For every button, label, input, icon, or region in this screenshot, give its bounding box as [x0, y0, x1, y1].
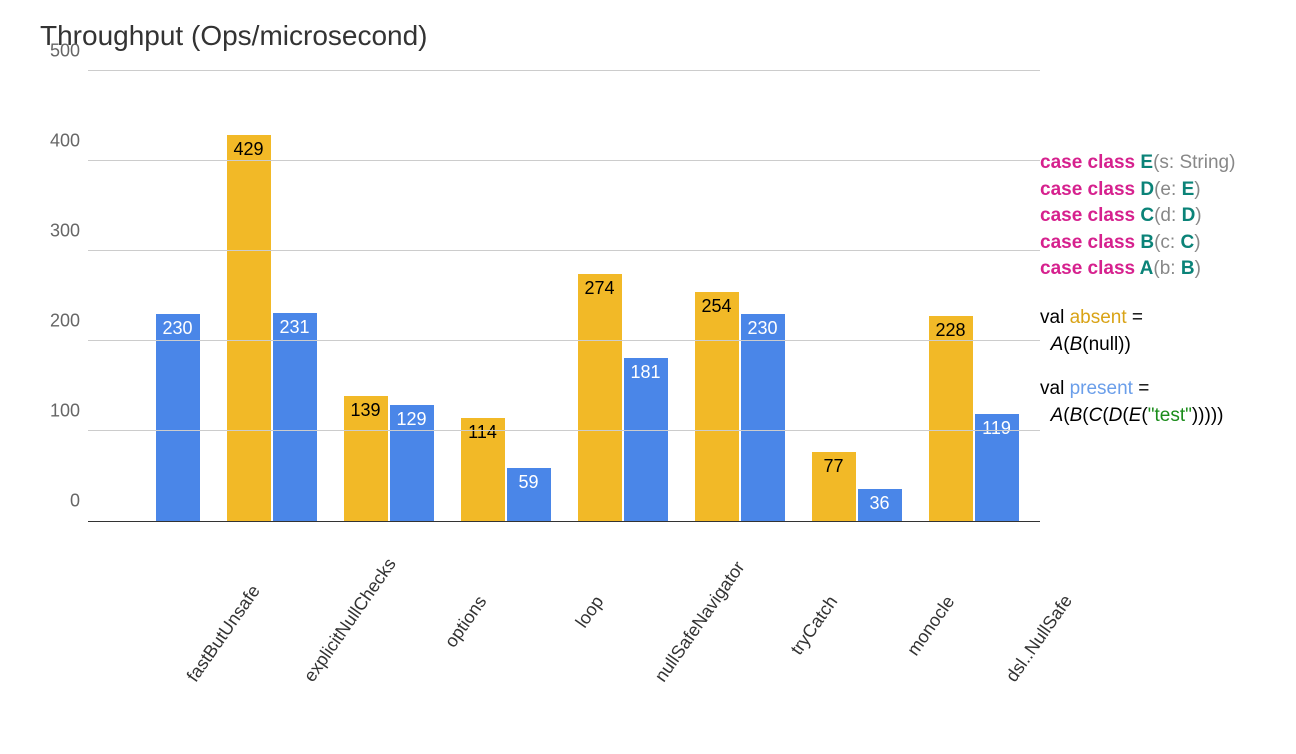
bar-value: 114	[468, 422, 497, 443]
bar-value: 59	[518, 472, 538, 493]
chart-title: Throughput (Ops/microsecond)	[40, 20, 1040, 52]
y-axis: 0100200300400500	[40, 72, 88, 522]
class-def-line: case class C(d: D)	[1040, 203, 1276, 230]
bar-present: 59	[507, 468, 551, 521]
bar-value: 77	[823, 456, 843, 477]
present-definition: val present = A(B(C(D(E("test")))))	[1040, 376, 1276, 429]
bar-absent: 228	[929, 316, 973, 521]
bars-row: 230 429 231 139 129 114 59 274 181 254 230 77 36 228 1…	[88, 72, 1040, 521]
bar-present: 181	[624, 358, 668, 521]
bar-present: 231	[273, 313, 317, 521]
bar-value: 429	[233, 139, 263, 160]
present-decl-line: val present =	[1040, 376, 1276, 403]
grid-line	[88, 250, 1040, 251]
bar-value: 119	[982, 418, 1011, 439]
expr-C: C	[1089, 405, 1103, 426]
bar-absent: 139	[344, 396, 388, 521]
absent-expr-line: A(B(null))	[1040, 332, 1276, 359]
chart-container: Throughput (Ops/microsecond) 0 100 200 300 4…	[0, 0, 1296, 742]
bar-present: 129	[390, 405, 434, 521]
expr-B: B	[1070, 405, 1083, 426]
val-kw: val	[1040, 378, 1070, 399]
expr-B: B	[1070, 334, 1083, 355]
absent-name: absent	[1070, 307, 1127, 328]
class-def-line: case class E(s: String)	[1040, 150, 1276, 177]
bar-value: 36	[869, 493, 889, 514]
class-definitions: case class E(s: String)case class D(e: E…	[1040, 150, 1276, 283]
grid-line	[88, 340, 1040, 341]
rest: (null))	[1082, 334, 1131, 355]
class-def-line: case class A(b: B)	[1040, 256, 1276, 283]
plot-area: 230 429 231 139 129 114 59 274 181 254 230 77 36 228 1…	[88, 72, 1040, 522]
absent-decl-line: val absent =	[1040, 305, 1276, 332]
class-def-line: case class B(c: C)	[1040, 230, 1276, 257]
bar-absent: 77	[812, 452, 856, 521]
bar-group: 254 230	[690, 72, 790, 521]
y-tick: 500	[50, 41, 80, 62]
bar-value: 181	[630, 362, 660, 383]
bar-group: 274 181	[573, 72, 673, 521]
bar-value: 231	[279, 317, 309, 338]
y-tick: 200	[50, 311, 80, 332]
bar-present: 230	[741, 314, 785, 521]
bar-absent: 429	[227, 135, 271, 521]
grid-line	[88, 160, 1040, 161]
plot-wrap: 0100200300400500 23042923113912911459274…	[40, 72, 1040, 574]
chart-area: Throughput (Ops/microsecond) 0 100 200 300 4…	[40, 20, 1040, 722]
bar-present: 230	[156, 314, 200, 521]
expr-A: A	[1051, 405, 1064, 426]
bar-absent: 274	[578, 274, 622, 521]
eq: =	[1133, 378, 1149, 399]
bar-absent: 254	[695, 292, 739, 521]
bar-group: 228 119	[924, 72, 1024, 521]
y-tick: 100	[50, 401, 80, 422]
bar-value: 254	[701, 296, 731, 317]
y-tick: 400	[50, 131, 80, 152]
x-axis-labels: fastButUnsafeexplicitNullChecksoptionslo…	[88, 582, 1040, 722]
bar-group: 429 231	[222, 72, 322, 521]
y-tick: 300	[50, 221, 80, 242]
bar-value: 228	[935, 320, 965, 341]
y-tick: 0	[70, 491, 80, 512]
present-expr-line: A(B(C(D(E("test")))))	[1040, 403, 1276, 430]
grid-line	[88, 70, 1040, 71]
absent-definition: val absent = A(B(null))	[1040, 305, 1276, 358]
class-def-line: case class D(e: E)	[1040, 177, 1276, 204]
bar-group: 139 129	[339, 72, 439, 521]
bar-present: 36	[858, 489, 902, 521]
expr-E: E	[1129, 405, 1142, 426]
eq: =	[1127, 307, 1143, 328]
expr-A: A	[1051, 334, 1064, 355]
bar-value: 274	[584, 278, 614, 299]
val-kw: val	[1040, 307, 1070, 328]
expr-str: "test"	[1148, 405, 1192, 426]
bar-group: 77 36	[807, 72, 907, 521]
bar-value: 230	[162, 318, 192, 339]
present-name: present	[1070, 378, 1133, 399]
expr-D: D	[1109, 405, 1123, 426]
bar-value: 139	[350, 400, 380, 421]
bar-value: 129	[396, 409, 426, 430]
bar-group: 114 59	[456, 72, 556, 521]
bar-value: 230	[747, 318, 777, 339]
grid-line	[88, 430, 1040, 431]
bar-group: 230	[105, 72, 205, 521]
bar-absent: 114	[461, 418, 505, 521]
